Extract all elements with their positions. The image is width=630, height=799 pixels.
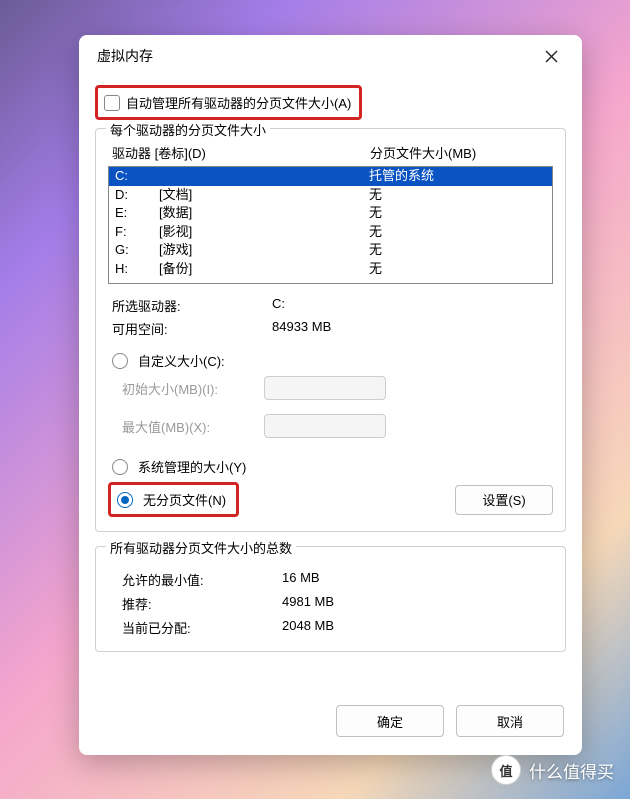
drives-group-title: 每个驱动器的分页文件大小 xyxy=(106,120,270,139)
dialog-footer: 确定 取消 xyxy=(79,691,582,755)
selected-drive-label: 所选驱动器: xyxy=(112,296,272,315)
smzdm-text: 什么值得买 xyxy=(529,758,614,783)
available-space-label: 可用空间: xyxy=(112,319,272,338)
no-paging-radio[interactable] xyxy=(117,492,133,508)
drive-row[interactable]: H: [备份] 无 xyxy=(109,260,552,279)
close-button[interactable] xyxy=(534,42,568,70)
cancel-button[interactable]: 取消 xyxy=(456,705,564,737)
drive-row[interactable]: F: [影视] 无 xyxy=(109,223,552,242)
available-space-value: 84933 MB xyxy=(272,319,331,338)
titlebar: 虚拟内存 xyxy=(79,35,582,77)
ok-button[interactable]: 确定 xyxy=(336,705,444,737)
initial-size-label: 初始大小(MB)(I): xyxy=(122,379,254,398)
drive-row[interactable]: D: [文档] 无 xyxy=(109,186,552,205)
smzdm-badge-icon: 值 xyxy=(491,755,521,785)
currently-allocated-label: 当前已分配: xyxy=(122,618,282,637)
drive-row[interactable]: G: [游戏] 无 xyxy=(109,241,552,260)
max-size-label: 最大值(MB)(X): xyxy=(122,417,254,436)
recommended-label: 推荐: xyxy=(122,594,282,613)
min-allowed-value: 16 MB xyxy=(282,570,320,589)
smzdm-watermark: 值 什么值得买 xyxy=(491,755,614,785)
selected-drive-value: C: xyxy=(272,296,285,315)
highlight-no-paging: 无分页文件(N) xyxy=(108,482,239,517)
highlight-auto-manage: 自动管理所有驱动器的分页文件大小(A) xyxy=(95,85,362,120)
dialog-title: 虚拟内存 xyxy=(97,46,153,66)
initial-size-input[interactable] xyxy=(264,376,386,400)
custom-size-label: 自定义大小(C): xyxy=(138,351,225,370)
currently-allocated-value: 2048 MB xyxy=(282,618,334,637)
min-allowed-label: 允许的最小值: xyxy=(122,570,282,589)
system-managed-label: 系统管理的大小(Y) xyxy=(138,457,246,476)
drives-group: 每个驱动器的分页文件大小 驱动器 [卷标](D) 分页文件大小(MB) C: 托… xyxy=(95,128,566,532)
recommended-value: 4981 MB xyxy=(282,594,334,613)
auto-manage-label: 自动管理所有驱动器的分页文件大小(A) xyxy=(126,93,351,112)
virtual-memory-dialog: 虚拟内存 自动管理所有驱动器的分页文件大小(A) 每个驱动器的分页文件大小 驱动… xyxy=(79,35,582,755)
drive-row[interactable]: C: 托管的系统 xyxy=(109,167,552,186)
totals-group-title: 所有驱动器分页文件大小的总数 xyxy=(106,538,296,557)
custom-size-radio[interactable] xyxy=(112,353,128,369)
no-paging-label: 无分页文件(N) xyxy=(143,490,226,509)
totals-group: 所有驱动器分页文件大小的总数 允许的最小值: 16 MB 推荐: 4981 MB… xyxy=(95,546,566,652)
close-icon xyxy=(545,50,558,63)
set-button[interactable]: 设置(S) xyxy=(455,485,553,515)
drives-header-drive: 驱动器 [卷标](D) xyxy=(112,143,370,162)
drive-list[interactable]: C: 托管的系统 D: [文档] 无 E: [数据] 无 F: [影视] xyxy=(108,166,553,284)
drive-row[interactable]: E: [数据] 无 xyxy=(109,204,552,223)
auto-manage-checkbox[interactable] xyxy=(104,95,120,111)
max-size-input[interactable] xyxy=(264,414,386,438)
system-managed-radio[interactable] xyxy=(112,459,128,475)
drives-header-size: 分页文件大小(MB) xyxy=(370,143,476,162)
